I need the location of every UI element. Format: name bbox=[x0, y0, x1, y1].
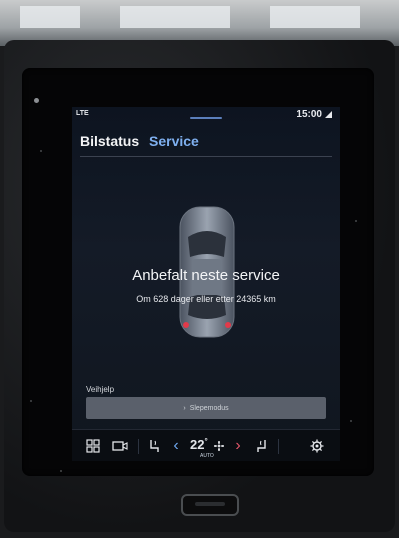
chevron-left-icon: ‹ bbox=[173, 437, 179, 454]
tab-bar: Bilstatus Service bbox=[80, 133, 205, 149]
grid-icon bbox=[86, 439, 100, 453]
settings-button[interactable] bbox=[308, 436, 326, 456]
camera-icon bbox=[112, 441, 128, 451]
pull-down-handle[interactable] bbox=[190, 117, 222, 119]
network-indicator: LTE bbox=[76, 110, 89, 117]
dust-speck bbox=[355, 220, 357, 222]
camera-button[interactable] bbox=[110, 436, 130, 456]
dust-speck bbox=[30, 400, 32, 402]
climate-bar: ‹ 22° AUTO › bbox=[72, 429, 340, 461]
tow-mode-button[interactable]: › Slepemodus bbox=[86, 397, 326, 419]
status-bar: LTE 15:00 bbox=[72, 107, 340, 123]
tab-service[interactable]: Service bbox=[149, 133, 199, 149]
signal-icon bbox=[325, 111, 332, 118]
tow-mode-label: Slepemodus bbox=[189, 404, 229, 412]
service-subtitle: Om 628 dager eller etter 24365 km bbox=[136, 294, 276, 304]
temperature-value: 22 bbox=[190, 437, 205, 452]
home-button[interactable] bbox=[181, 494, 239, 516]
background-window bbox=[20, 6, 80, 28]
tab-divider bbox=[80, 156, 332, 157]
temp-up-button[interactable]: › bbox=[232, 436, 244, 456]
settings-icon bbox=[310, 439, 324, 453]
fan-mode-label: AUTO bbox=[200, 453, 214, 459]
fan-button[interactable] bbox=[212, 436, 226, 456]
chevron-right-icon: › bbox=[235, 437, 241, 454]
degree-symbol: ° bbox=[204, 437, 208, 446]
infotainment-screen: LTE 15:00 Bilstatus Service Anbefalt nes… bbox=[72, 107, 340, 461]
chevron-right-icon: › bbox=[183, 404, 186, 412]
divider bbox=[138, 439, 139, 454]
light-sensor bbox=[34, 98, 39, 103]
clock: 15:00 bbox=[296, 109, 322, 120]
dust-speck bbox=[60, 470, 62, 472]
temp-down-button[interactable]: ‹ bbox=[170, 436, 182, 456]
dust-speck bbox=[40, 150, 42, 152]
fan-icon bbox=[214, 441, 224, 451]
seat-heat-left-button[interactable] bbox=[146, 436, 162, 456]
temperature-display[interactable]: 22° bbox=[190, 437, 208, 452]
tab-bilstatus[interactable]: Bilstatus bbox=[80, 133, 139, 149]
dust-speck bbox=[350, 420, 352, 422]
app-grid-button[interactable] bbox=[84, 436, 102, 456]
seat-heat-icon bbox=[150, 440, 159, 452]
section-label-roadside: Veihjelp bbox=[86, 385, 115, 394]
seat-heat-right-icon bbox=[257, 440, 266, 452]
service-title: Anbefalt neste service bbox=[132, 267, 280, 284]
background-window bbox=[120, 6, 230, 28]
seat-heat-right-button[interactable] bbox=[254, 436, 270, 456]
divider bbox=[278, 439, 279, 454]
background-window bbox=[270, 6, 360, 28]
